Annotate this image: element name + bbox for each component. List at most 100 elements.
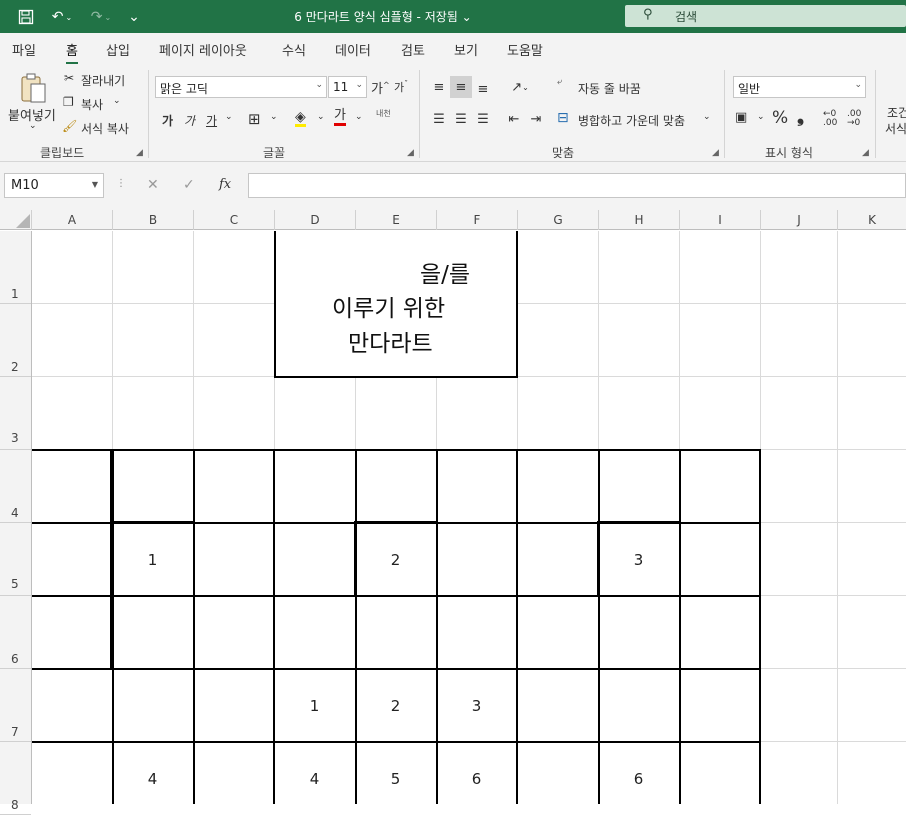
conditional-format-button-line2[interactable]: 서식 [885,120,906,137]
more-options-icon[interactable]: ⋮ [116,178,126,189]
merge-center-button[interactable]: 병합하고 가운데 맞춤 [578,112,685,129]
column-header-k[interactable]: K [838,210,906,230]
column-header-f[interactable]: F [437,210,518,230]
format-painter-icon[interactable]: 🖌 [62,119,77,133]
row-header-3[interactable]: 3 [0,377,31,450]
number-launcher-icon[interactable]: ◢ [862,148,869,158]
align-left-icon[interactable]: ☰ [428,108,450,130]
fill-color-dropdown-icon[interactable]: ⌄ [317,112,325,122]
paste-icon[interactable] [18,72,48,103]
tab-formulas[interactable]: 수식 [282,40,306,59]
insert-function-icon[interactable]: fx [219,177,231,192]
row-header-5[interactable]: 5 [0,523,31,596]
column-header-a[interactable]: A [32,210,113,230]
percent-style-button[interactable]: % [772,108,788,128]
underline-dropdown-icon[interactable]: ⌄ [225,112,233,122]
formula-input[interactable] [248,173,906,198]
font-launcher-icon[interactable]: ◢ [407,148,414,158]
column-header-i[interactable]: I [680,210,761,230]
column-header-d[interactable]: D [275,210,356,230]
row-header-7[interactable]: 7 [0,669,31,742]
conditional-format-button[interactable]: 조건 [887,104,906,121]
row-header-2[interactable]: 2 [0,304,31,377]
tab-review[interactable]: 검토 [401,40,425,59]
phonetic-button[interactable]: 내천 [376,108,391,119]
row-header-4[interactable]: 4 [0,450,31,523]
enter-icon[interactable]: ✓ [183,177,195,193]
column-header-c[interactable]: C [194,210,275,230]
cancel-icon[interactable]: ✕ [147,177,159,193]
cell-h8[interactable]: 6 [598,770,679,788]
cell-e5[interactable]: 2 [355,551,436,569]
cell-d7[interactable]: 1 [274,697,355,715]
tab-page-layout[interactable]: 페이지 레이아웃 [159,40,247,59]
borders-icon[interactable]: ⊞ [248,110,261,128]
decrease-indent-icon[interactable]: ⇤ [503,108,525,130]
align-middle-icon[interactable]: ≡ [450,76,472,98]
copy-dropdown-icon[interactable]: ⌄ [113,96,121,106]
increase-decimal-icon[interactable]: ←0.00 [823,110,837,128]
alignment-launcher-icon[interactable]: ◢ [712,148,719,158]
align-center-icon[interactable]: ☰ [450,108,472,130]
font-color-dropdown-icon[interactable]: ⌄ [355,112,363,122]
tab-insert[interactable]: 삽입 [106,40,130,59]
search-box[interactable]: ⚲ 검색 [625,5,906,27]
tab-home[interactable]: 홈 [66,40,78,65]
decrease-decimal-icon[interactable]: .00 →0 [847,110,861,128]
clipboard-launcher-icon[interactable]: ◢ [136,148,143,158]
copy-button[interactable]: 복사 [81,96,103,113]
accounting-dropdown-icon[interactable]: ⌄ [757,112,765,122]
copy-icon[interactable]: ❐ [63,95,74,109]
number-format-select[interactable]: 일반 ⌄ [733,76,866,98]
accounting-format-icon[interactable]: ▣ [735,110,747,125]
cut-icon[interactable]: ✂ [64,71,74,85]
comma-style-button[interactable]: ❟ [797,106,804,127]
row-header-1[interactable]: 1 [0,231,31,304]
row-header-6[interactable]: 6 [0,596,31,669]
align-bottom-icon[interactable]: ≡ [472,78,494,100]
shrink-font-button[interactable]: 가ˇ [394,79,408,95]
grow-font-button[interactable]: 가^ [371,78,390,97]
cell-h5[interactable]: 3 [598,551,679,569]
merge-dropdown-icon[interactable]: ⌄ [703,112,711,122]
cell-b5[interactable]: 1 [112,551,193,569]
orientation-icon[interactable]: ↗ ⌄ [503,76,537,98]
column-header-h[interactable]: H [599,210,680,230]
align-right-icon[interactable]: ☰ [472,108,494,130]
bold-button[interactable]: 가 [162,112,173,129]
increase-indent-icon[interactable]: ⇥ [525,108,547,130]
cell-e7[interactable]: 2 [355,697,436,715]
paste-dropdown-icon[interactable]: ⌄ [29,121,37,131]
font-size-select[interactable]: 11 ⌄ [328,76,367,98]
column-header-j[interactable]: J [761,210,838,230]
borders-dropdown-icon[interactable]: ⌄ [270,112,278,122]
tab-file[interactable]: 파일 [12,40,36,59]
tab-data[interactable]: 데이터 [335,40,371,59]
fill-color-icon[interactable]: ◈ [295,110,306,127]
cell-b8[interactable]: 4 [112,770,193,788]
font-name-select[interactable]: 맑은 고딕 ⌄ [155,76,327,98]
column-header-g[interactable]: G [518,210,599,230]
cell-d8[interactable]: 4 [274,770,355,788]
cell-f8[interactable]: 6 [436,770,517,788]
italic-button[interactable]: 가 [184,112,195,129]
tab-view[interactable]: 보기 [454,40,478,59]
merge-center-icon[interactable]: ⊟ [557,110,569,126]
worksheet-grid[interactable]: 을/를 이루기 위한 만다라트 1 2 3 1 2 3 4 4 5 6 6 [32,231,906,804]
name-box[interactable]: M10 ▼ [4,173,104,198]
format-painter-button[interactable]: 서식 복사 [81,120,129,137]
wrap-text-button[interactable]: 자동 줄 바꿈 [578,80,641,97]
cell-f7[interactable]: 3 [436,697,517,715]
row-header-8[interactable]: 8 [0,742,31,815]
select-all-corner[interactable] [0,210,32,230]
column-header-b[interactable]: B [113,210,194,230]
align-top-icon[interactable]: ≡ [428,76,450,98]
ribbon: 붙여넣기 ⌄ ✂ 잘라내기 ❐ 복사 ⌄ 🖌 서식 복사 클립보드 ◢ 맑은 고… [0,64,906,162]
cut-button[interactable]: 잘라내기 [81,72,125,89]
column-header-e[interactable]: E [356,210,437,230]
cell-e8[interactable]: 5 [355,770,436,788]
tab-help[interactable]: 도움말 [507,40,543,59]
underline-button[interactable]: 가 [206,112,217,129]
font-color-button[interactable]: 가 [334,109,346,126]
wrap-text-icon[interactable]: ⤶ [557,77,562,87]
